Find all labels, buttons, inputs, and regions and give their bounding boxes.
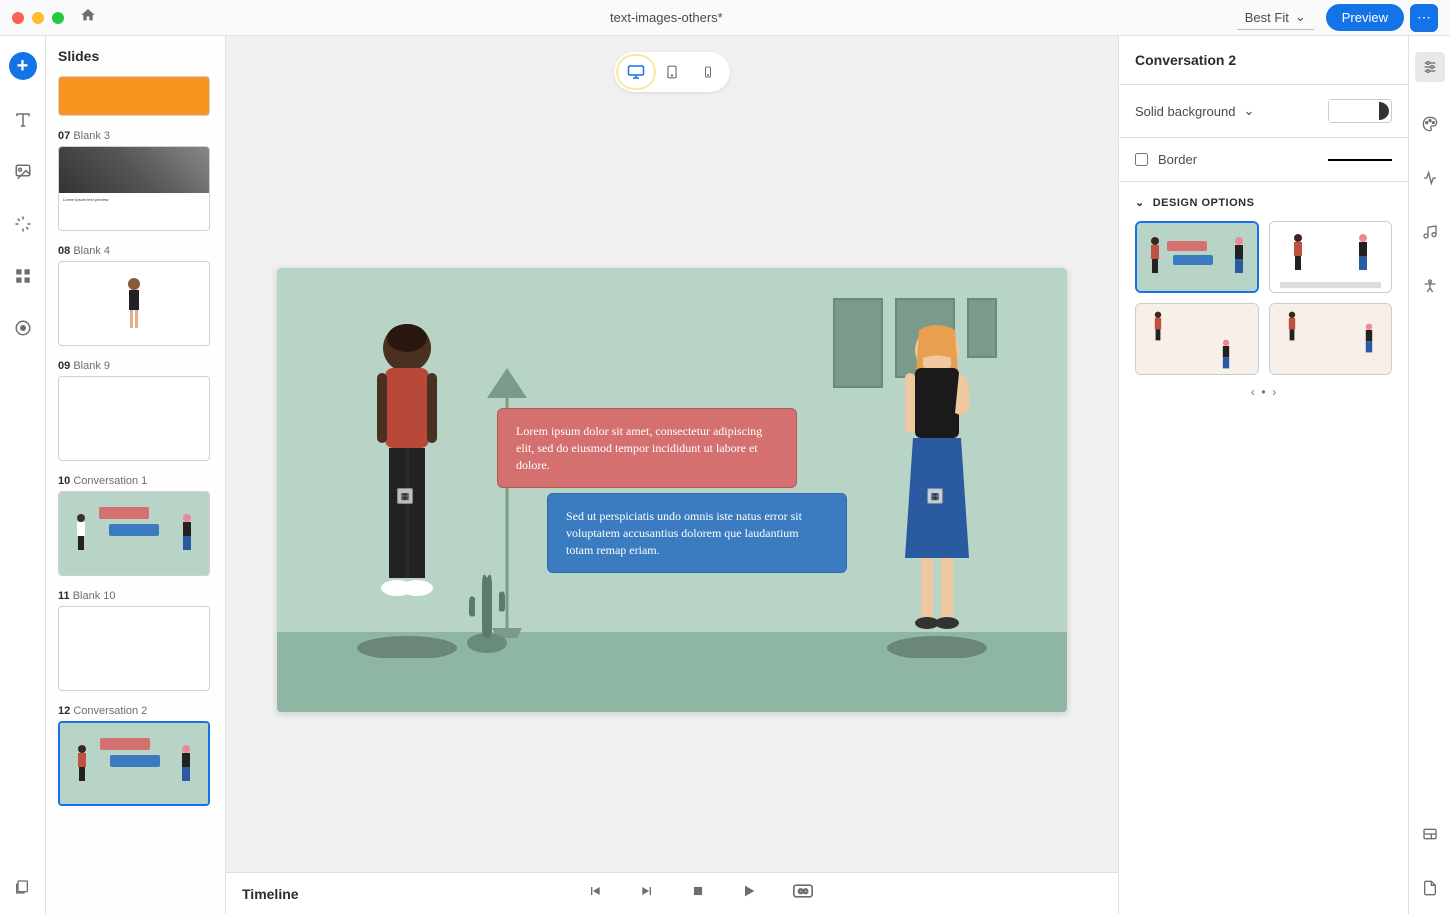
- background-dropdown[interactable]: Solid background ⌄: [1135, 103, 1254, 119]
- titlebar: text-images-others* Best Fit ⌄ Preview ⋯: [0, 0, 1450, 36]
- slide-label: 07 Blank 3: [58, 130, 213, 142]
- design-options-label: DESIGN OPTIONS: [1153, 197, 1255, 209]
- interaction-tool-icon[interactable]: [11, 212, 35, 236]
- border-checkbox-row[interactable]: Border: [1135, 152, 1197, 167]
- design-option[interactable]: [1135, 303, 1259, 375]
- slide-item[interactable]: 07 Blank 3 Lorem ipsum text preview: [58, 130, 213, 231]
- slide-canvas[interactable]: ▦: [277, 268, 1067, 712]
- canvas-area: ▦: [226, 36, 1118, 914]
- accessibility-icon[interactable]: [1418, 274, 1442, 298]
- left-toolbar: +: [0, 36, 46, 914]
- background-label: Solid background: [1135, 104, 1235, 119]
- character-left[interactable]: ▦: [347, 318, 467, 663]
- layout-icon[interactable]: [1418, 822, 1442, 846]
- window-controls: [12, 12, 64, 24]
- step-back-button[interactable]: [587, 883, 603, 904]
- right-toolbar: [1408, 36, 1450, 914]
- document-title: text-images-others*: [96, 10, 1237, 25]
- widgets-tool-icon[interactable]: [11, 264, 35, 288]
- design-option[interactable]: [1269, 303, 1393, 375]
- design-pager: ‹ • ›: [1135, 385, 1392, 399]
- image-placeholder-icon: ▦: [397, 488, 413, 504]
- slide-thumbnail[interactable]: [58, 606, 210, 691]
- slide-thumbnail[interactable]: [58, 76, 210, 116]
- design-option[interactable]: [1269, 221, 1393, 293]
- slide-thumbnail[interactable]: [58, 376, 210, 461]
- slide-label: 10 Conversation 1: [58, 475, 213, 487]
- closed-caption-button[interactable]: CC: [793, 884, 813, 903]
- image-placeholder-icon: ▦: [927, 488, 943, 504]
- border-label: Border: [1158, 152, 1197, 167]
- playback-controls: CC: [587, 883, 813, 904]
- slide-item[interactable]: 10 Conversation 1: [58, 475, 213, 576]
- close-window-button[interactable]: [12, 12, 24, 24]
- zoom-fit-label: Best Fit: [1245, 10, 1289, 25]
- text-tool-icon[interactable]: [11, 108, 35, 132]
- border-checkbox[interactable]: [1135, 153, 1148, 166]
- design-options-header[interactable]: ⌄ DESIGN OPTIONS: [1135, 196, 1392, 209]
- slide-thumbnail[interactable]: Lorem ipsum text preview: [58, 146, 210, 231]
- timeline-label: Timeline: [242, 886, 299, 902]
- slide-label: 11 Blank 10: [58, 590, 213, 602]
- speech-bubble-1[interactable]: Lorem ipsum dolor sit amet, consectetur …: [497, 408, 797, 488]
- chevron-down-icon: ⌄: [1243, 103, 1254, 119]
- slides-panel: Slides 07 Blank 3 Lorem ipsum text previ…: [46, 36, 226, 914]
- chevron-down-icon: ⌄: [1295, 9, 1306, 25]
- step-forward-button[interactable]: [639, 883, 655, 904]
- slide-item[interactable]: 08 Blank 4: [58, 245, 213, 346]
- media-tool-icon[interactable]: [11, 160, 35, 184]
- pages-icon[interactable]: [14, 879, 30, 900]
- character-right[interactable]: ▦: [877, 318, 997, 663]
- background-color-swatch[interactable]: [1328, 99, 1392, 123]
- slide-item[interactable]: [58, 76, 213, 116]
- mobile-device-tab[interactable]: [690, 56, 726, 88]
- slide-label: 12 Conversation 2: [58, 705, 213, 717]
- speech-bubble-2[interactable]: Sed ut perspiciatis undo omnis iste natu…: [547, 493, 847, 573]
- design-options-grid: [1135, 221, 1392, 375]
- slides-panel-title: Slides: [58, 48, 213, 64]
- appearance-icon[interactable]: [1418, 112, 1442, 136]
- desktop-device-tab[interactable]: [618, 56, 654, 88]
- device-preview-tabs: [226, 36, 1118, 108]
- slide-thumbnail[interactable]: [58, 721, 210, 806]
- border-style-preview[interactable]: [1328, 159, 1392, 161]
- stop-button[interactable]: [691, 884, 705, 903]
- home-icon[interactable]: [80, 7, 96, 28]
- design-option[interactable]: [1135, 221, 1259, 293]
- properties-title: Conversation 2: [1119, 36, 1408, 85]
- audio-icon[interactable]: [1418, 220, 1442, 244]
- properties-panel: Conversation 2 Solid background ⌄ Border: [1118, 36, 1408, 914]
- canvas-stage[interactable]: ▦: [226, 108, 1118, 872]
- record-tool-icon[interactable]: [11, 316, 35, 340]
- animation-icon[interactable]: [1418, 166, 1442, 190]
- slide-label: 08 Blank 4: [58, 245, 213, 257]
- slide-label: 09 Blank 9: [58, 360, 213, 372]
- slide-item[interactable]: 12 Conversation 2: [58, 705, 213, 806]
- svg-text:CC: CC: [798, 889, 808, 896]
- document-icon[interactable]: [1418, 876, 1442, 900]
- slide-thumbnail[interactable]: [58, 491, 210, 576]
- pager-next-button[interactable]: ›: [1272, 385, 1276, 399]
- slide-thumbnail[interactable]: [58, 261, 210, 346]
- settings-icon[interactable]: [1415, 52, 1445, 82]
- more-menu-button[interactable]: ⋯: [1410, 4, 1438, 32]
- play-button[interactable]: [741, 883, 757, 904]
- preview-button[interactable]: Preview: [1326, 4, 1404, 31]
- slide-item[interactable]: 09 Blank 9: [58, 360, 213, 461]
- tablet-device-tab[interactable]: [654, 56, 690, 88]
- zoom-fit-select[interactable]: Best Fit ⌄: [1237, 5, 1314, 30]
- maximize-window-button[interactable]: [52, 12, 64, 24]
- pager-prev-button[interactable]: ‹: [1251, 385, 1255, 399]
- minimize-window-button[interactable]: [32, 12, 44, 24]
- add-slide-button[interactable]: +: [9, 52, 37, 80]
- chevron-down-icon: ⌄: [1135, 196, 1145, 209]
- slide-item[interactable]: 11 Blank 10: [58, 590, 213, 691]
- timeline-bar: Timeline CC: [226, 872, 1118, 914]
